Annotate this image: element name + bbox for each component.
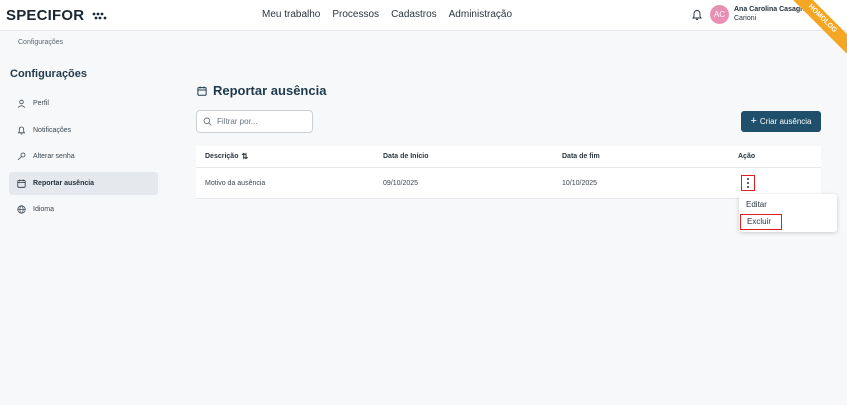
sidebar: Perfil Notificações Alterar senha Report… bbox=[9, 92, 158, 225]
globe-icon bbox=[17, 205, 26, 214]
row-actions-menu: Editar Excluir bbox=[739, 194, 837, 232]
cell-descricao: Motivo da ausência bbox=[205, 179, 266, 187]
page-title: Reportar ausência bbox=[197, 83, 326, 98]
sidebar-item-reportar-ausencia[interactable]: Reportar ausência bbox=[9, 171, 158, 195]
main-nav: Meu trabalho Processos Cadastros Adminis… bbox=[262, 9, 512, 20]
sidebar-item-perfil[interactable]: Perfil bbox=[9, 92, 158, 115]
calendar-icon bbox=[17, 179, 26, 188]
sidebar-item-idioma[interactable]: Idioma bbox=[9, 198, 158, 221]
sidebar-item-alterar-senha[interactable]: Alterar senha bbox=[9, 145, 158, 168]
sidebar-item-label: Reportar ausência bbox=[33, 179, 95, 187]
plus-icon: + bbox=[750, 115, 757, 127]
row-actions-button[interactable] bbox=[741, 175, 755, 191]
logo-text: SPECIFOR bbox=[6, 7, 85, 24]
env-ribbon: HOMOLOG bbox=[778, 0, 847, 63]
sidebar-item-label: Notificações bbox=[33, 126, 72, 134]
user-icon bbox=[17, 99, 26, 108]
nav-cadastros[interactable]: Cadastros bbox=[391, 9, 437, 20]
sidebar-item-label: Perfil bbox=[33, 100, 49, 107]
sidebar-item-notificacoes[interactable]: Notificações bbox=[9, 119, 158, 142]
column-header-descricao[interactable]: Descrição ⇅ bbox=[205, 146, 248, 167]
search-placeholder: Filtrar por... bbox=[217, 117, 258, 126]
env-ribbon-wrap: HOMOLOG bbox=[777, 0, 847, 70]
sort-icon[interactable]: ⇅ bbox=[241, 152, 248, 161]
top-bar: SPECIFOR Meu trabalho Processos Cadastro… bbox=[0, 0, 847, 63]
menu-item-editar[interactable]: Editar bbox=[746, 200, 767, 209]
sidebar-item-label: Idioma bbox=[33, 206, 55, 213]
cell-fim: 10/10/2025 bbox=[562, 179, 598, 187]
kebab-icon bbox=[747, 177, 749, 189]
table-header: Descrição ⇅ Data de Início Data de fim A… bbox=[196, 146, 821, 168]
sidebar-title: Configurações bbox=[10, 68, 88, 80]
nav-meu-trabalho[interactable]: Meu trabalho bbox=[262, 9, 320, 20]
breadcrumb[interactable]: Configurações bbox=[18, 39, 63, 46]
absence-table: Descrição ⇅ Data de Início Data de fim A… bbox=[196, 146, 821, 199]
bell-icon[interactable] bbox=[691, 9, 703, 21]
key-icon bbox=[17, 152, 26, 161]
calendar-icon bbox=[197, 86, 207, 96]
column-header-acao: Ação bbox=[738, 153, 756, 160]
logo-mark-icon bbox=[92, 12, 107, 20]
column-header-label: Descrição bbox=[205, 153, 239, 160]
sidebar-item-label: Alterar senha bbox=[33, 153, 75, 160]
column-header-inicio: Data de Início bbox=[383, 153, 429, 160]
bell-icon bbox=[17, 126, 26, 135]
page-title-text: Reportar ausência bbox=[213, 83, 327, 98]
column-header-fim: Data de fim bbox=[562, 153, 600, 160]
search-input[interactable]: Filtrar por... bbox=[196, 110, 313, 133]
nav-processos[interactable]: Processos bbox=[332, 9, 379, 20]
create-absence-button[interactable]: + Criar ausência bbox=[741, 111, 821, 132]
search-icon bbox=[203, 117, 212, 126]
menu-item-excluir[interactable]: Excluir bbox=[740, 214, 782, 230]
logo[interactable]: SPECIFOR bbox=[6, 7, 108, 24]
nav-administracao[interactable]: Administração bbox=[449, 9, 512, 20]
create-absence-label: Criar ausência bbox=[759, 117, 812, 126]
avatar[interactable]: AC bbox=[710, 5, 729, 24]
table-row: Motivo da ausência 09/10/2025 10/10/2025 bbox=[196, 168, 821, 199]
cell-inicio: 09/10/2025 bbox=[383, 179, 419, 187]
